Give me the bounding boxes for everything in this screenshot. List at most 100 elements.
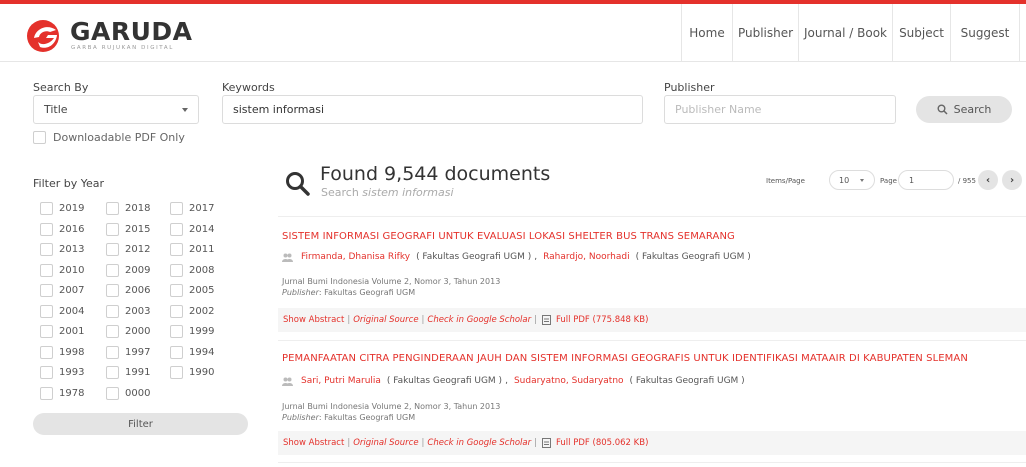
year-checkbox[interactable] [40, 304, 53, 318]
nav-journal-book[interactable]: Journal / Book [798, 4, 892, 62]
year-checkbox[interactable] [170, 263, 183, 277]
result-separator [278, 216, 1026, 217]
keywords-field[interactable] [222, 95, 643, 124]
result-journal: Jurnal Bumi Indonesia Volume 2, Nomor 3,… [282, 402, 501, 411]
year-checkbox[interactable] [106, 222, 119, 236]
nav-publisher[interactable]: Publisher [732, 4, 798, 62]
year-checkbox[interactable] [106, 386, 119, 400]
full-pdf-link[interactable]: Full PDF (775.848 KB) [556, 315, 648, 325]
year-checkbox[interactable] [40, 345, 53, 359]
action-divider: | [534, 438, 537, 448]
items-per-page-label: Items/Page [766, 177, 805, 185]
year-checkbox[interactable] [40, 325, 53, 338]
google-scholar-link[interactable]: Check in Google Scholar [427, 315, 531, 325]
pdf-icon [542, 315, 551, 325]
year-label: 2013 [59, 244, 85, 255]
year-label: 2004 [59, 305, 85, 317]
year-label: 2017 [189, 203, 215, 214]
year-checkbox[interactable] [170, 345, 183, 359]
year-label: 2009 [125, 264, 151, 276]
caret-down-icon [860, 179, 864, 182]
publisher-label: Publisher [282, 288, 319, 297]
result-separator [278, 340, 1026, 341]
full-pdf-link[interactable]: Full PDF (805.062 KB) [556, 438, 648, 448]
year-checkbox[interactable] [170, 202, 183, 215]
chevron-left-icon: ‹ [985, 174, 991, 186]
garuda-logo-icon [27, 20, 59, 52]
year-checkbox[interactable] [106, 202, 119, 215]
action-divider: | [347, 438, 351, 448]
keywords-input[interactable] [233, 103, 642, 116]
year-label: 2016 [59, 223, 85, 235]
year-checkbox[interactable] [106, 243, 119, 256]
author-affiliation: ( Fakultas Geografi UGM ) [416, 252, 532, 262]
year-checkbox[interactable] [106, 325, 119, 338]
search-by-select[interactable]: Title [33, 95, 199, 124]
nav-suggest[interactable]: Suggest [950, 4, 1020, 62]
year-label: 2015 [125, 223, 151, 235]
year-checkbox[interactable] [40, 243, 53, 256]
result-title[interactable]: PEMANFAATAN CITRA PENGINDERAAN JAUH DAN … [282, 353, 968, 364]
result-authors: Sari, Putri Marulia ( Fakultas Geografi … [282, 376, 745, 386]
brand-name: GARUDA [70, 17, 193, 46]
show-abstract-link[interactable]: Show Abstract [283, 315, 344, 325]
year-label: 0000 [125, 387, 151, 399]
year-checkbox[interactable] [106, 284, 119, 297]
result-actions: Show Abstract | Original Source | Check … [278, 308, 1026, 332]
show-abstract-link[interactable]: Show Abstract [283, 438, 344, 448]
author-affiliation: ( Fakultas Geografi UGM ) [386, 376, 503, 386]
results-query-text: sistem informasi [362, 186, 454, 199]
year-label: 2005 [189, 285, 215, 296]
year-checkbox[interactable] [170, 325, 183, 338]
author-separator: , [534, 252, 538, 262]
year-checkbox[interactable] [170, 284, 183, 297]
year-checkbox[interactable] [40, 222, 53, 236]
publisher-input[interactable] [675, 103, 895, 116]
year-checkbox[interactable] [40, 202, 53, 215]
year-checkbox[interactable] [170, 366, 183, 379]
year-checkbox[interactable] [170, 304, 183, 318]
year-label: 2001 [59, 326, 85, 337]
page-input[interactable]: 1 [898, 170, 954, 190]
search-button[interactable]: Search [916, 96, 1012, 123]
result-title[interactable]: SISTEM INFORMASI GEOGRAFI UNTUK EVALUASI… [282, 231, 735, 242]
prev-page-button[interactable]: ‹ [978, 170, 998, 190]
year-checkbox[interactable] [106, 366, 119, 379]
results-count: Found 9,544 documents [320, 163, 551, 185]
original-source-link[interactable]: Original Source [353, 438, 418, 448]
year-checkbox[interactable] [170, 222, 183, 236]
year-label: 2014 [189, 223, 215, 235]
navbar: GARUDA GARBA RUJUKAN DIGITAL Home Publis… [0, 4, 1026, 62]
year-checkbox[interactable] [40, 386, 53, 400]
next-page-button[interactable]: › [1002, 170, 1022, 190]
year-checkbox[interactable] [106, 263, 119, 277]
year-checkbox[interactable] [40, 366, 53, 379]
author-link[interactable]: Firmanda, Dhanisa Rifky [301, 252, 410, 262]
result-authors: Firmanda, Dhanisa Rifky ( Fakultas Geogr… [282, 252, 751, 262]
year-checkbox[interactable] [40, 263, 53, 277]
author-link[interactable]: Sari, Putri Marulia [301, 376, 381, 386]
publisher-field[interactable] [664, 95, 896, 124]
author-link[interactable]: Sudaryatno, Sudaryatno [514, 376, 624, 386]
year-label: 1997 [125, 346, 151, 358]
caret-down-icon [182, 108, 188, 112]
page-input-value: 1 [909, 175, 915, 185]
publisher-label: Publisher [282, 413, 319, 422]
search-by-label: Search By [33, 81, 89, 94]
nav-subject[interactable]: Subject [892, 4, 950, 62]
original-source-link[interactable]: Original Source [353, 315, 418, 325]
garuda-logo[interactable]: GARUDA GARBA RUJUKAN DIGITAL [24, 17, 204, 54]
items-per-page-select[interactable]: 10 [829, 170, 875, 190]
nav-home[interactable]: Home [681, 4, 732, 62]
year-checkbox[interactable] [106, 304, 119, 318]
pdf-only-checkbox[interactable] [33, 131, 46, 144]
google-scholar-link[interactable]: Check in Google Scholar [427, 438, 531, 448]
author-link[interactable]: Rahardjo, Noorhadi [543, 252, 630, 262]
filter-button[interactable]: Filter [33, 413, 248, 435]
year-label: 2002 [189, 305, 215, 317]
year-checkbox[interactable] [40, 284, 53, 297]
year-checkbox[interactable] [106, 345, 119, 359]
year-label: 2008 [189, 264, 215, 276]
year-checkbox[interactable] [170, 243, 183, 256]
year-label: 1990 [189, 367, 215, 378]
